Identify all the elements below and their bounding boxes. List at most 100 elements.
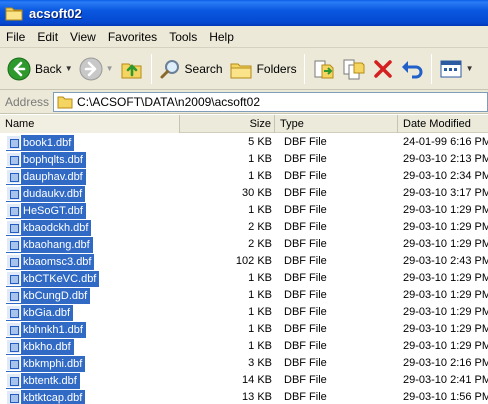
forward-button[interactable]: ▼	[76, 52, 117, 86]
list-item[interactable]: dauphav.dbf 1 KB DBF File 29-03-10 2:34 …	[0, 168, 488, 185]
menu-tools[interactable]: Tools	[163, 30, 203, 44]
file-name: kbtentk.dbf	[23, 374, 77, 387]
dbf-file-icon	[6, 305, 21, 320]
dbf-file-icon	[6, 237, 21, 252]
file-type: DBF File	[284, 170, 327, 182]
toolbar-separator	[303, 53, 305, 84]
file-date: 29-03-10 1:29 PM	[403, 272, 488, 284]
window-title: acsoft02	[29, 5, 82, 21]
dbf-file-icon	[6, 135, 21, 150]
folders-label: Folders	[256, 61, 297, 76]
file-date: 29-03-10 3:17 PM	[403, 187, 488, 199]
file-date: 29-03-10 1:29 PM	[403, 340, 488, 352]
header-date-modified[interactable]: Date Modified	[398, 115, 488, 133]
list-item[interactable]: kbGia.dbf 1 KB DBF File 29-03-10 1:29 PM	[0, 304, 488, 321]
file-date: 29-03-10 2:16 PM	[403, 357, 488, 369]
menu-file[interactable]: File	[0, 30, 31, 44]
file-type: DBF File	[284, 374, 327, 386]
list-item[interactable]: kbhnkh1.dbf 1 KB DBF File 29-03-10 1:29 …	[0, 321, 488, 338]
undo-icon	[401, 60, 423, 78]
file-type: DBF File	[284, 289, 327, 301]
list-item[interactable]: kbtentk.dbf 14 KB DBF File 29-03-10 2:41…	[0, 372, 488, 389]
address-path: C:\ACSOFT\DATA\n2009\acsoft02	[77, 94, 260, 109]
file-name: HeSoGT.dbf	[23, 204, 83, 217]
column-headers: Name Size Type Date Modified	[0, 115, 488, 133]
dbf-file-icon	[6, 169, 21, 184]
up-folder-button[interactable]	[117, 52, 147, 86]
list-item[interactable]: book1.dbf 5 KB DBF File 24-01-99 6:16 PM	[0, 134, 488, 151]
file-name: bophqlts.dbf	[23, 153, 83, 166]
dbf-file-icon	[6, 152, 21, 167]
file-size: 30 KB	[242, 187, 272, 199]
address-bar: Address C:\ACSOFT\DATA\n2009\acsoft02	[0, 90, 488, 114]
list-item[interactable]: kbCTKeVC.dbf 1 KB DBF File 29-03-10 1:29…	[0, 270, 488, 287]
list-item[interactable]: HeSoGT.dbf 1 KB DBF File 29-03-10 1:29 P…	[0, 202, 488, 219]
list-item[interactable]: kbkmphi.dbf 3 KB DBF File 29-03-10 2:16 …	[0, 355, 488, 372]
file-name: kbkho.dbf	[23, 340, 71, 353]
header-size[interactable]: Size	[180, 115, 275, 133]
undo-button[interactable]	[397, 52, 427, 86]
file-date: 29-03-10 1:29 PM	[403, 289, 488, 301]
dbf-file-icon	[6, 271, 21, 286]
list-item[interactable]: dudaukv.dbf 30 KB DBF File 29-03-10 3:17…	[0, 185, 488, 202]
list-item[interactable]: kbkho.dbf 1 KB DBF File 29-03-10 1:29 PM	[0, 338, 488, 355]
file-name: kbaomsc3.dbf	[23, 255, 92, 268]
folder-icon	[5, 7, 23, 21]
delete-button[interactable]	[369, 52, 397, 86]
menu-favorites[interactable]: Favorites	[102, 30, 163, 44]
file-list: book1.dbf 5 KB DBF File 24-01-99 6:16 PM…	[0, 134, 488, 404]
title-bar[interactable]: acsoft02	[0, 0, 488, 26]
file-size: 5 KB	[248, 136, 272, 148]
views-button[interactable]: ▼	[436, 52, 477, 86]
dbf-file-icon	[6, 220, 21, 235]
file-name: kbGia.dbf	[23, 306, 71, 319]
file-type: DBF File	[284, 187, 327, 199]
file-type: DBF File	[284, 340, 327, 352]
dbf-file-icon	[6, 203, 21, 218]
folders-button[interactable]: Folders	[226, 52, 300, 86]
toolbar: Back ▼ ▼ Search Folders ▼	[0, 48, 488, 90]
file-size: 102 KB	[235, 255, 272, 267]
file-size: 1 KB	[248, 289, 272, 301]
file-type: DBF File	[284, 238, 327, 250]
address-field[interactable]: C:\ACSOFT\DATA\n2009\acsoft02	[53, 91, 488, 112]
move-to-button[interactable]	[309, 52, 339, 86]
list-item[interactable]: kbaodckh.dbf 2 KB DBF File 29-03-10 1:29…	[0, 219, 488, 236]
menu-help[interactable]: Help	[203, 30, 240, 44]
file-type: DBF File	[284, 136, 327, 148]
file-name: kbhnkh1.dbf	[23, 323, 83, 336]
chevron-down-icon[interactable]: ▼	[65, 64, 73, 73]
chevron-down-icon: ▼	[105, 64, 114, 73]
header-name[interactable]: Name	[0, 115, 180, 133]
dbf-file-icon	[6, 288, 21, 303]
list-item[interactable]: kbaomsc3.dbf 102 KB DBF File 29-03-10 2:…	[0, 253, 488, 270]
file-date: 29-03-10 2:13 PM	[403, 153, 488, 165]
back-arrow-icon	[7, 57, 31, 80]
menu-view[interactable]: View	[64, 30, 102, 44]
menu-bar: File Edit View Favorites Tools Help	[0, 26, 488, 48]
search-label: Search	[184, 61, 223, 76]
views-icon	[440, 60, 462, 77]
dbf-file-icon	[6, 390, 21, 404]
file-size: 1 KB	[248, 306, 272, 318]
search-button[interactable]: Search	[156, 52, 226, 86]
file-name: kbCungD.dbf	[23, 289, 88, 302]
delete-icon	[373, 59, 392, 78]
file-size: 3 KB	[248, 357, 272, 369]
dbf-file-icon	[6, 186, 21, 201]
chevron-down-icon[interactable]: ▼	[466, 64, 474, 73]
dbf-file-icon	[6, 254, 21, 269]
list-item[interactable]: kbtktcap.dbf 13 KB DBF File 29-03-10 1:5…	[0, 389, 488, 404]
menu-edit[interactable]: Edit	[31, 30, 64, 44]
copy-to-button[interactable]	[339, 52, 369, 86]
list-item[interactable]: kbCungD.dbf 1 KB DBF File 29-03-10 1:29 …	[0, 287, 488, 304]
list-item[interactable]: bophqlts.dbf 1 KB DBF File 29-03-10 2:13…	[0, 151, 488, 168]
file-size: 1 KB	[248, 153, 272, 165]
list-item[interactable]: kbaohang.dbf 2 KB DBF File 29-03-10 1:29…	[0, 236, 488, 253]
file-date: 29-03-10 1:29 PM	[403, 306, 488, 318]
back-button[interactable]: Back ▼	[4, 52, 76, 86]
file-type: DBF File	[284, 221, 327, 233]
file-name: dauphav.dbf	[23, 170, 83, 183]
header-type[interactable]: Type	[275, 115, 398, 133]
file-date: 29-03-10 2:43 PM	[403, 255, 488, 267]
